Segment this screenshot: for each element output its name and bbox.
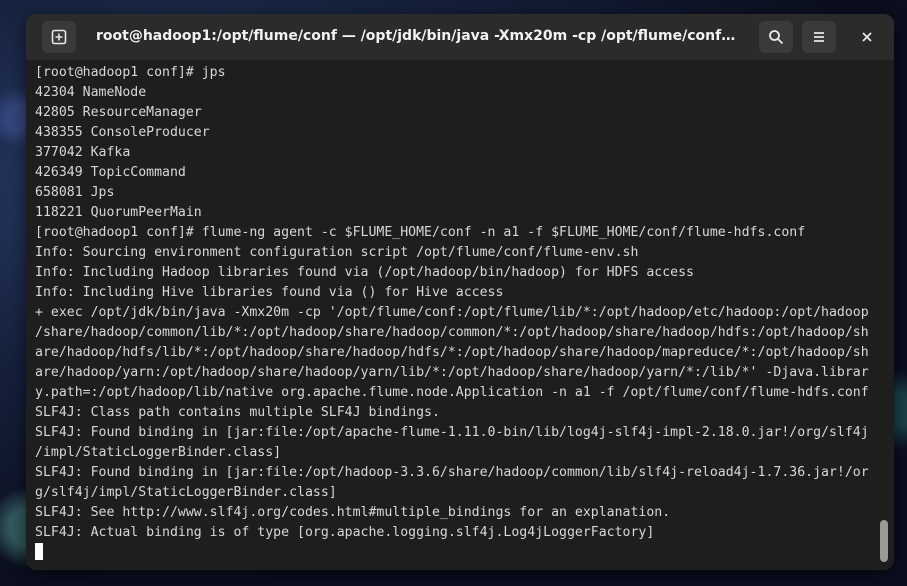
- terminal-line: Info: Including Hadoop libraries found v…: [35, 265, 694, 280]
- terminal-line: [root@hadoop1 conf]# flume-ng agent -c $…: [35, 225, 806, 240]
- new-tab-icon: [51, 29, 67, 45]
- terminal-cursor: [35, 543, 43, 560]
- terminal-line: 658081 Jps: [35, 185, 115, 200]
- terminal-line: SLF4J: Found binding in [jar:file:/opt/h…: [35, 465, 869, 480]
- terminal-line: 438355 ConsoleProducer: [35, 125, 210, 140]
- terminal-line: 42805 ResourceManager: [35, 105, 202, 120]
- terminal-line: SLF4J: See http://www.slf4j.org/codes.ht…: [35, 505, 671, 520]
- scrollbar-thumb[interactable]: [880, 520, 888, 562]
- terminal-line: 118221 QuorumPeerMain: [35, 205, 202, 220]
- search-button[interactable]: [759, 21, 793, 53]
- terminal-line: Info: Including Hive libraries found via…: [35, 285, 504, 300]
- terminal-line: Info: Sourcing environment configuration…: [35, 245, 639, 260]
- terminal-line: [35, 543, 880, 563]
- terminal-line: /impl/StaticLoggerBinder.class]: [35, 445, 282, 460]
- terminal-line: SLF4J: Actual binding is of type [org.ap…: [35, 525, 655, 540]
- terminal-window: root@hadoop1:/opt/flume/conf — /opt/jdk/…: [26, 14, 894, 570]
- menu-button[interactable]: [802, 21, 836, 53]
- new-tab-button[interactable]: [42, 21, 76, 53]
- terminal-output[interactable]: [root@hadoop1 conf]# jps 42304 NameNode 42…: [35, 63, 880, 563]
- window-title: root@hadoop1:/opt/flume/conf — /opt/jdk/…: [96, 28, 738, 44]
- terminal-line: + exec /opt/jdk/bin/java -Xmx20m -cp '/o…: [35, 305, 869, 320]
- terminal-line: SLF4J: Class path contains multiple SLF4…: [35, 405, 440, 420]
- terminal-line: [root@hadoop1 conf]# jps: [35, 65, 226, 80]
- terminal-line: y.path=:/opt/hadoop/lib/native org.apach…: [35, 385, 869, 400]
- terminal-line: are/hadoop/hdfs/lib/*:/opt/hadoop/share/…: [35, 345, 869, 360]
- close-icon: [862, 32, 872, 42]
- hamburger-menu-icon: [814, 32, 824, 42]
- title-bar: root@hadoop1:/opt/flume/conf — /opt/jdk/…: [26, 14, 894, 60]
- terminal-line: /share/hadoop/common/lib/*:/opt/hadoop/s…: [35, 325, 869, 340]
- terminal-line: SLF4J: Found binding in [jar:file:/opt/a…: [35, 425, 869, 440]
- terminal-line: 377042 Kafka: [35, 145, 131, 160]
- scrollbar[interactable]: [880, 62, 888, 566]
- search-icon: [769, 30, 784, 45]
- terminal-line: are/hadoop/yarn:/opt/hadoop/share/hadoop…: [35, 365, 869, 380]
- close-button[interactable]: [850, 21, 884, 53]
- terminal-line: 42304 NameNode: [35, 85, 147, 100]
- terminal-line: 426349 TopicCommand: [35, 165, 186, 180]
- terminal-line: g/slf4j/impl/StaticLoggerBinder.class]: [35, 485, 337, 500]
